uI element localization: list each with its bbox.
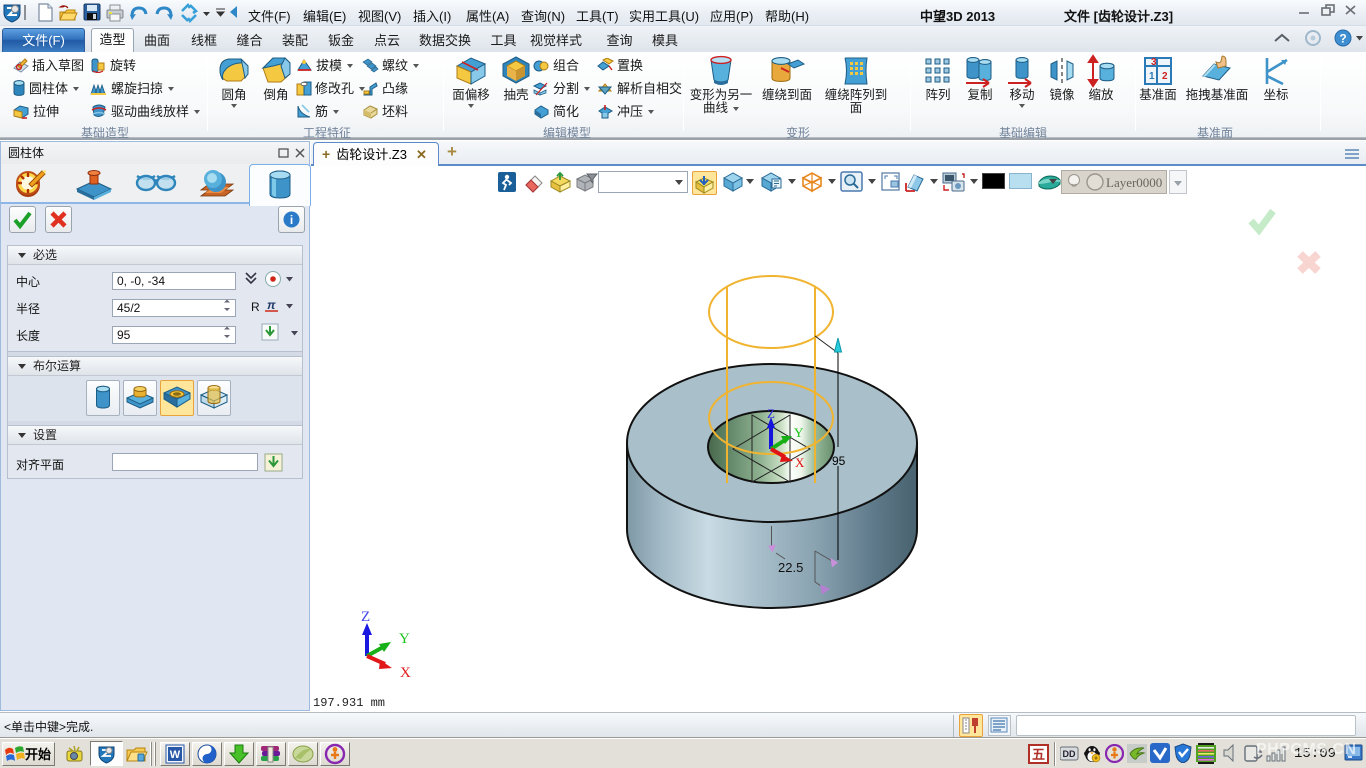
svg-text:22.5: 22.5 [778,560,803,575]
svg-text:3: 3 [1151,57,1157,68]
svg-text:X: X [400,665,411,681]
svg-text:95: 95 [832,454,846,468]
svg-text:1: 1 [1149,71,1155,82]
svg-text:开始: 开始 [25,747,51,762]
svg-text:i: i [290,213,293,227]
svg-text:?: ? [1339,32,1346,46]
svg-text:五: 五 [1032,747,1045,762]
svg-text:X: X [795,455,805,470]
svg-text:Y: Y [794,425,804,440]
svg-text:Z: Z [767,406,775,421]
svg-text:Y: Y [399,631,410,647]
svg-text:π: π [267,298,276,312]
svg-text:DD: DD [1063,749,1076,759]
svg-text:2: 2 [1162,71,1168,82]
svg-text:Z: Z [361,609,370,625]
svg-text:W: W [170,749,181,761]
